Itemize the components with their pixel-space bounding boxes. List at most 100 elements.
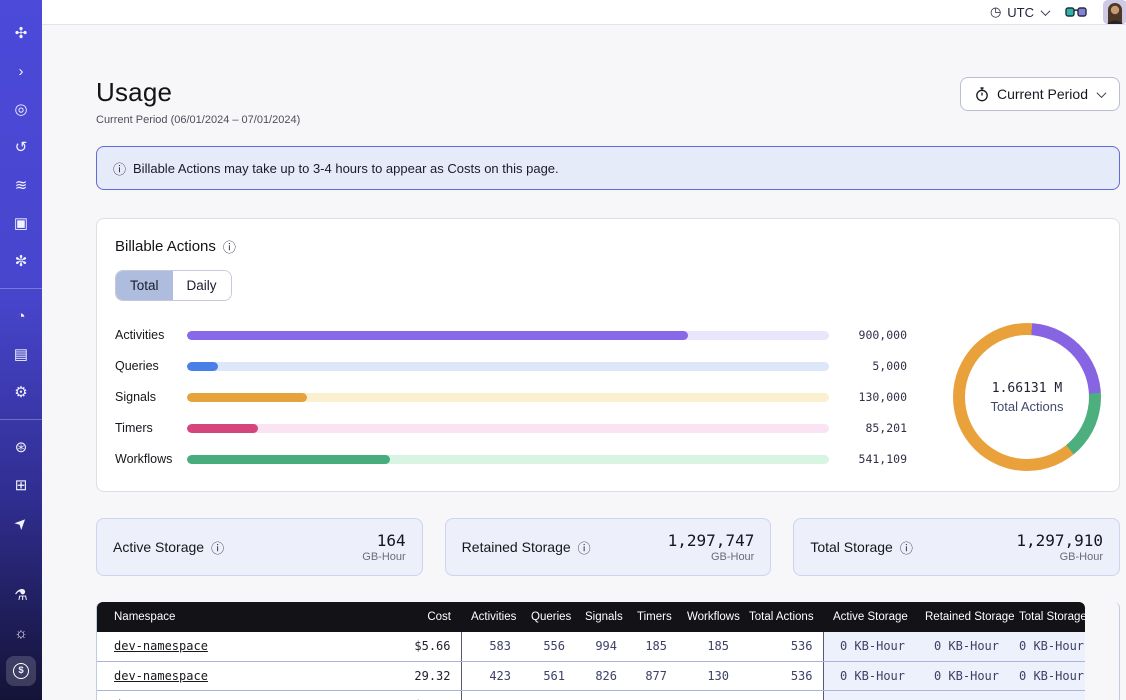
billable-view-tabs: Total Daily: [115, 270, 232, 301]
bar-row-activities: Activities 900,000: [115, 328, 907, 342]
timezone-label: UTC: [1007, 5, 1034, 20]
theme-sun-icon[interactable]: ☼: [6, 618, 36, 648]
deployments-icon[interactable]: ▣: [6, 208, 36, 238]
bar-value: 85,201: [829, 421, 907, 435]
tab-daily[interactable]: Daily: [173, 271, 231, 300]
glasses-icon: [1065, 5, 1087, 19]
workflows-cell: 130: [677, 661, 739, 690]
bar-row-signals: Signals 130,000: [115, 390, 907, 404]
retained-storage-cell: 0 KB-Hour: [915, 632, 1009, 661]
total-storage-unit: GB-Hour: [1016, 551, 1103, 563]
queries-cell: 536: [521, 690, 575, 700]
retained-storage-unit: GB-Hour: [668, 551, 755, 563]
active-storage-card: Active Storage ⓘ 164 GB-Hour: [96, 518, 423, 576]
chevron-down-icon: [1041, 6, 1051, 16]
current-period-label: Current Period: [997, 86, 1088, 102]
namespace-link[interactable]: dev-namespace: [114, 639, 208, 653]
active-storage-unit: GB-Hour: [362, 551, 405, 563]
tab-total[interactable]: Total: [116, 271, 173, 300]
task-queues-icon[interactable]: ≋: [6, 170, 36, 200]
total-storage-value: 1,297,910: [1016, 531, 1103, 550]
usage-page: ✣ › ◎ ↺ ≋ ▣ ✼ ◔ ▤ ⚙ ⊛ ⊞ ➤ ⚗ ☼ $ ◷ UTC: [0, 0, 1126, 700]
bar-track: [187, 455, 829, 464]
bar-value: 900,000: [829, 328, 907, 342]
info-icon[interactable]: ⓘ: [900, 538, 913, 557]
labs-flask-icon[interactable]: ⚗: [6, 580, 36, 610]
total-actions-cell: 130: [739, 690, 823, 700]
schedules-icon[interactable]: ↺: [6, 132, 36, 162]
sidebar: ✣ › ◎ ↺ ≋ ▣ ✼ ◔ ▤ ⚙ ⊛ ⊞ ➤ ⚗ ☼ $: [0, 0, 42, 700]
activities-cell: 492: [461, 690, 521, 700]
table-row: dev-namespace $5.66 583 556 994 185 185 …: [97, 632, 1085, 661]
bar-fill: [187, 424, 258, 433]
retained-storage-cell: 0 KB-Hour: [915, 661, 1009, 690]
workflows-cell: 185: [677, 632, 739, 661]
bar-value: 130,000: [829, 390, 907, 404]
retained-storage-cell: 0 KB-Hour: [915, 690, 1009, 700]
timers-cell: 816: [627, 690, 677, 700]
collapse-sidebar-icon[interactable]: ›: [6, 56, 36, 86]
settings-gear-icon[interactable]: ⚙: [6, 377, 36, 407]
col-total-storage: Total Storage: [1009, 602, 1085, 632]
bar-label: Queries: [115, 359, 187, 373]
info-icon[interactable]: ⓘ: [223, 237, 236, 256]
current-period-button[interactable]: Current Period: [960, 77, 1120, 111]
bar-row-workflows: Workflows 541,109: [115, 452, 907, 466]
col-cost: Cost: [389, 602, 461, 632]
avatar: [1103, 0, 1126, 24]
total-actions-cell: 536: [739, 632, 823, 661]
timers-cell: 185: [627, 632, 677, 661]
active-storage-cell: 0 KB-Hour: [823, 661, 915, 690]
pricing-dollar-icon[interactable]: $: [6, 656, 36, 686]
page-title: Usage: [96, 77, 300, 108]
temporal-logo-icon[interactable]: ✣: [6, 18, 36, 48]
namespace-usage-table: Namespace Cost Activities Queries Signal…: [96, 602, 1120, 700]
bar-fill: [187, 455, 390, 464]
bar-row-timers: Timers 85,201: [115, 421, 907, 435]
cost-cell: $5.66: [389, 632, 461, 661]
page-subtitle: Current Period (06/01/2024 – 07/01/2024): [96, 114, 300, 126]
billable-actions-card: Billable Actions ⓘ Total Daily Activitie…: [96, 218, 1120, 492]
cost-cell: $3.35: [389, 690, 461, 700]
namespace-link[interactable]: dev-namespace: [114, 669, 208, 683]
info-icon[interactable]: ⓘ: [578, 538, 591, 557]
usage-gauge-icon[interactable]: ◔: [6, 301, 36, 331]
feedback-glasses-button[interactable]: [1065, 5, 1087, 19]
bar-label: Timers: [115, 421, 187, 435]
active-storage-value: 164: [362, 531, 405, 550]
retained-storage-label: Retained Storage: [462, 539, 571, 555]
cost-cell: 29.32: [389, 661, 461, 690]
timezone-selector[interactable]: ◷ UTC: [990, 4, 1049, 20]
nexus-icon[interactable]: ✼: [6, 246, 36, 276]
info-icon[interactable]: ⓘ: [211, 538, 224, 557]
col-timers: Timers: [627, 602, 677, 632]
col-queries: Queries: [521, 602, 575, 632]
col-activities: Activities: [461, 602, 521, 632]
col-signals: Signals: [575, 602, 627, 632]
signals-cell: 994: [575, 632, 627, 661]
col-namespace: Namespace: [97, 602, 389, 632]
rocket-icon[interactable]: ➤: [6, 508, 36, 538]
total-actions-cell: 536: [739, 661, 823, 690]
namespaces-icon[interactable]: ◎: [6, 94, 36, 124]
support-lifebuoy-icon[interactable]: ⊛: [6, 432, 36, 462]
bar-fill: [187, 362, 218, 371]
dollar-coin-glyph: $: [13, 663, 29, 679]
billable-bar-chart: Activities 900,000 Queries 5,000 Signals: [115, 328, 907, 466]
active-storage-label: Active Storage: [113, 539, 204, 555]
signals-cell: 883: [575, 690, 627, 700]
clock-icon: ◷: [990, 4, 1001, 20]
chevron-down-icon: [1097, 88, 1107, 98]
user-menu[interactable]: [1103, 0, 1126, 24]
billable-actions-title: Billable Actions: [115, 238, 216, 255]
storage-summary: Active Storage ⓘ 164 GB-Hour Retained St…: [96, 518, 1120, 576]
stopwatch-icon: [975, 87, 989, 102]
info-banner-text: Billable Actions may take up to 3-4 hour…: [133, 161, 559, 176]
col-retained-storage: Retained Storage: [915, 602, 1009, 632]
billing-card-icon[interactable]: ▤: [6, 339, 36, 369]
bar-fill: [187, 331, 688, 340]
bar-row-queries: Queries 5,000: [115, 359, 907, 373]
docs-icon[interactable]: ⊞: [6, 470, 36, 500]
retained-storage-card: Retained Storage ⓘ 1,297,747 GB-Hour: [445, 518, 772, 576]
bar-track: [187, 424, 829, 433]
